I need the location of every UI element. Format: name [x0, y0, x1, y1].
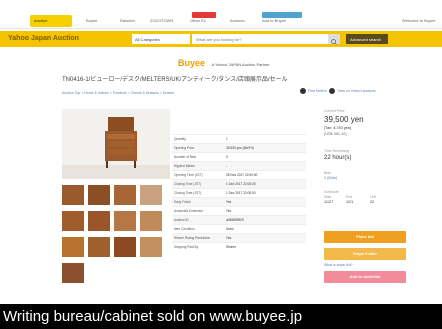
detail-key: Closing Time (JST)	[174, 191, 202, 195]
tab-auction-label: Auction	[34, 18, 48, 23]
thumbnail[interactable]	[88, 211, 110, 231]
detail-value: Yes	[226, 209, 232, 213]
image-caption: Writing bureau/cabinet sold on www.buyee…	[0, 304, 442, 329]
thumbnail[interactable]	[62, 263, 84, 283]
bids-label: Bids	[324, 171, 331, 175]
schedule-col: Start	[324, 195, 332, 199]
detail-key: Opening Price	[174, 146, 195, 150]
tab-auction[interactable]: Auction	[30, 15, 72, 27]
seller-icon	[300, 88, 306, 94]
current-price-label: Current Price	[324, 109, 345, 113]
detail-value: 1 Dec 2017 22:00:00	[226, 182, 256, 186]
detail-key: Quantity	[174, 137, 186, 141]
tab-amazon[interactable]: Amazon	[230, 18, 245, 23]
welcome-text: Welcome to Buyee	[402, 18, 436, 23]
search-icon	[331, 39, 337, 45]
usd-price: (US$ 351.10)	[324, 132, 347, 136]
thumbnail[interactable]	[88, 185, 110, 205]
detail-key: Automatic Extension	[174, 209, 204, 213]
detail-key: Opening Time (JST)	[174, 173, 203, 177]
thumbnail[interactable]	[114, 211, 136, 231]
time-left-label: Time Remaining	[324, 149, 350, 153]
time-left: 22 hour(s)	[324, 155, 352, 161]
schedule-val: 22	[370, 200, 375, 204]
auction-search-bar: Yahoo Japan Auction All Categories Advan…	[0, 31, 442, 47]
detail-key: Shipping Paid By	[174, 245, 199, 249]
snipe-help-link[interactable]: What is snipe bid?	[324, 263, 353, 267]
item-actions: Find Sellers View on Yahoo! auctions	[300, 88, 376, 94]
detail-value: Yes	[226, 200, 232, 204]
detail-value: 1	[226, 137, 228, 141]
detail-value: 0	[226, 155, 228, 159]
buyee-logo: Buyee	[178, 58, 206, 68]
tab-buyee[interactable]: Buyee	[86, 18, 97, 23]
thumbnail[interactable]	[62, 185, 84, 205]
schedule-label: Schedule	[324, 190, 339, 194]
detail-key: Winner Rating Restriction	[174, 236, 211, 240]
thumbnail[interactable]	[62, 211, 84, 231]
tab-rakuten[interactable]: Rakuten	[120, 18, 135, 23]
detail-key: Auction ID	[174, 218, 189, 222]
snipe-button[interactable]: Snipe it later	[324, 248, 406, 260]
thumbnail[interactable]	[62, 237, 84, 257]
thumbnail[interactable]	[140, 211, 162, 231]
detail-value: Yes	[226, 236, 232, 240]
detail-value: Winner	[226, 245, 237, 249]
detail-value: 39,500 yen (Mo/Fri)	[226, 146, 254, 150]
current-price: 39,500 yen	[324, 115, 364, 124]
buyee-tagline: A Yahoo! JAPAN Auction Partner	[211, 62, 270, 67]
tax-note: (Tax: 4,740 yen)	[324, 126, 352, 130]
thumbnail[interactable]	[88, 237, 110, 257]
view-on-yahoo-link[interactable]: View on Yahoo! auctions	[337, 89, 375, 93]
detail-key: Highest Bidder	[174, 164, 195, 168]
main-item-photo[interactable]	[62, 109, 170, 179]
category-select[interactable]: All Categories	[132, 34, 190, 44]
thumbnail[interactable]	[140, 237, 162, 257]
bids-count[interactable]: 0 (Bids)	[324, 176, 337, 180]
yahoo-icon	[329, 88, 336, 94]
bureau-image	[62, 109, 170, 179]
brand-title: Yahoo Japan Auction	[8, 35, 79, 42]
detail-value: 28 Nov 2017 22:00:00	[226, 173, 258, 177]
advanced-search-button[interactable]: Advanced search	[346, 34, 388, 44]
find-sellers-link[interactable]: Find Sellers	[308, 89, 326, 93]
schedule-val: 12/1	[346, 200, 354, 204]
thumbnail[interactable]	[114, 237, 136, 257]
tab-zozotown[interactable]: ZOZOTOWN	[150, 18, 173, 23]
detail-value: 1 Dec 2017 22:00:00	[226, 191, 256, 195]
advanced-search-label: Advanced search	[350, 37, 381, 42]
add-to-watchlist-button[interactable]: Add to watchlist	[324, 271, 406, 283]
detail-key: Number of Bids	[174, 155, 196, 159]
top-nav: Auction Buyee Rakuten ZOZOTOWN Other Ec …	[0, 12, 442, 29]
buyee-banner: Buyee A Yahoo! JAPAN Auction Partner	[178, 58, 270, 68]
item-title: TN0416-1/ビューロー/デスク/MELTERS/UK/アンティーク/タンス…	[62, 77, 288, 83]
detail-value: Used	[226, 227, 234, 231]
detail-value: a288899909	[226, 218, 244, 222]
detail-key: Item Condition	[174, 227, 195, 231]
category-value: All Categories	[135, 37, 160, 42]
detail-value: -	[226, 164, 228, 168]
schedule-col: End	[346, 195, 353, 199]
detail-key: Early Finish	[174, 200, 191, 204]
tab-other[interactable]: Other Ec	[190, 18, 206, 23]
add-to-buyee-link[interactable]: Add to Buyee	[262, 18, 286, 23]
schedule-val: 11/27	[324, 200, 334, 204]
detail-key: Closing Time (JST)	[174, 182, 202, 186]
thumbnail[interactable]	[140, 185, 162, 205]
place-bid-button[interactable]: Place bid	[324, 231, 406, 243]
schedule-col: Left	[370, 195, 376, 199]
table-row: Shipping Paid By Winner	[172, 242, 306, 252]
search-button[interactable]	[328, 34, 340, 45]
breadcrumb[interactable]: Auction Top > Home & Interior > Furnitur…	[62, 91, 174, 95]
thumbnail[interactable]	[114, 185, 136, 205]
search-input[interactable]	[192, 34, 328, 44]
